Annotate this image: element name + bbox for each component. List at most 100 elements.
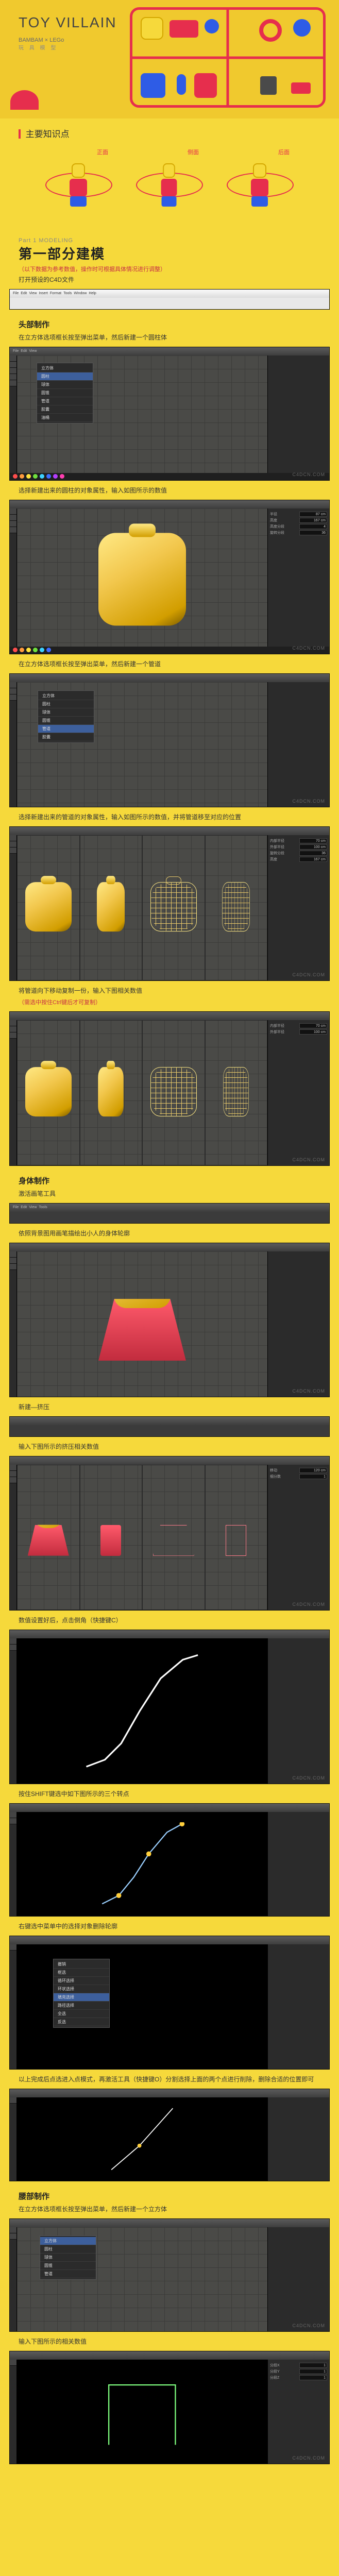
height-field[interactable] — [299, 518, 327, 523]
attribute-panel[interactable] — [267, 2097, 329, 2181]
attribute-panel[interactable] — [267, 1638, 329, 1784]
tool-palette[interactable] — [10, 1465, 17, 1610]
primitive-popup[interactable]: 立方体 圆柱 球体 圆锥 管道 — [40, 2235, 96, 2280]
inner-radius-field[interactable] — [299, 1023, 327, 1028]
quad-viewport[interactable] — [17, 1020, 267, 1165]
menu-item[interactable]: 全选 — [54, 2010, 109, 2018]
inner-radius-field[interactable] — [299, 838, 327, 843]
app-menubar[interactable] — [10, 1417, 329, 1425]
attribute-panel[interactable]: 内部半径 外部半径 旋转分段 高度 — [267, 835, 329, 980]
app-menubar[interactable] — [10, 1243, 329, 1251]
menu-item[interactable]: 管道 — [40, 2270, 96, 2278]
viewport[interactable] — [17, 1465, 267, 1610]
attribute-panel[interactable]: 内部半径 外部半径 — [267, 1020, 329, 1165]
material-swatches[interactable] — [10, 647, 329, 654]
app-menubar[interactable] — [10, 1936, 329, 1944]
attribute-panel[interactable] — [267, 2227, 329, 2331]
viewport[interactable] — [17, 1020, 267, 1165]
app-menubar[interactable] — [10, 2351, 329, 2360]
app-menubar[interactable] — [10, 674, 329, 682]
outer-radius-field[interactable] — [299, 844, 327, 850]
app-menubar[interactable] — [10, 2089, 329, 2097]
quad-viewport[interactable] — [17, 835, 267, 980]
menu-item[interactable]: 反选 — [54, 2018, 109, 2026]
menu-item[interactable]: 循环选择 — [54, 1977, 109, 1985]
viewport[interactable] — [17, 509, 267, 654]
menu-item[interactable]: 路径选择 — [54, 2002, 109, 2010]
menu-item[interactable]: 管道 — [38, 725, 94, 733]
attribute-panel[interactable] — [267, 682, 329, 807]
quad-viewport[interactable] — [17, 1465, 267, 1610]
rot-seg-field[interactable] — [299, 851, 327, 856]
tool-palette[interactable] — [10, 1638, 17, 1784]
menu-item[interactable]: 油桶 — [37, 414, 93, 422]
menu-item[interactable]: 圆锥 — [38, 717, 94, 725]
tool-palette[interactable] — [10, 2097, 17, 2181]
attribute-panel[interactable]: 分段X 分段Y 分段Z — [267, 2360, 329, 2464]
tool-palette[interactable] — [10, 1251, 17, 1397]
outer-radius-field[interactable] — [299, 1029, 327, 1035]
app-menubar[interactable] — [10, 1804, 329, 1812]
menu-item[interactable]: 胶囊 — [38, 733, 94, 741]
tool-palette[interactable] — [10, 1944, 17, 2069]
tool-palette[interactable] — [10, 355, 17, 480]
primitive-popup[interactable]: 立方体 圆柱 球体 圆锥 管道 胶囊 — [38, 690, 94, 743]
context-menu[interactable]: 撤销 框选 循环选择 环状选择 填充选择 路径选择 全选 反选 — [53, 1959, 110, 2028]
primitive-popup[interactable]: 立方体 圆柱 球体 圆锥 管道 胶囊 油桶 — [37, 363, 93, 423]
attribute-panel[interactable] — [267, 355, 329, 480]
attribute-panel[interactable] — [267, 1812, 329, 1916]
menu-item[interactable]: 填充选择 — [54, 1993, 109, 2002]
viewport[interactable] — [17, 2097, 267, 2181]
menu-item[interactable]: 球体 — [38, 708, 94, 717]
tool-palette[interactable] — [10, 2360, 17, 2464]
menu-item[interactable]: 环状选择 — [54, 1985, 109, 1993]
viewport[interactable] — [17, 1812, 267, 1916]
attribute-panel[interactable] — [267, 1251, 329, 1397]
tool-palette[interactable] — [10, 509, 17, 654]
viewport[interactable]: 立方体 圆柱 球体 圆锥 管道 胶囊 油桶 — [17, 355, 267, 480]
menu-item[interactable]: 球体 — [37, 381, 93, 389]
menu-item[interactable]: 圆锥 — [40, 2262, 96, 2270]
segy-field[interactable] — [299, 2369, 327, 2374]
segz-field[interactable] — [299, 2375, 327, 2380]
radius-field[interactable] — [299, 512, 327, 517]
menu-item[interactable]: 圆锥 — [37, 389, 93, 397]
attribute-panel[interactable] — [267, 1944, 329, 2069]
tool-palette[interactable] — [10, 1812, 17, 1916]
viewport[interactable] — [17, 1251, 267, 1397]
tool-palette[interactable] — [10, 1020, 17, 1165]
attribute-panel[interactable]: 半径 高度 高度分段 旋转分段 — [267, 509, 329, 654]
app-menubar[interactable] — [10, 500, 329, 509]
app-menubar[interactable] — [10, 1012, 329, 1020]
app-menubar[interactable] — [10, 1456, 329, 1465]
menu-item[interactable]: 立方体 — [37, 364, 93, 372]
menu-item[interactable]: 撤销 — [54, 1960, 109, 1969]
viewport[interactable] — [17, 1638, 267, 1784]
viewport[interactable]: 立方体 圆柱 球体 圆锥 管道 — [17, 2227, 267, 2331]
app-menubar[interactable] — [10, 827, 329, 835]
subdiv-field[interactable] — [299, 1474, 327, 1479]
menu-item[interactable]: 立方体 — [38, 692, 94, 700]
app-menubar[interactable]: FileEditView InsertFormatTools WindowHel… — [10, 290, 329, 298]
tool-palette[interactable] — [10, 2227, 17, 2331]
menu-item[interactable]: 管道 — [37, 397, 93, 405]
tool-palette[interactable] — [10, 682, 17, 807]
menu-item[interactable]: 立方体 — [40, 2237, 96, 2245]
attribute-panel[interactable]: 移动 细分数 — [267, 1465, 329, 1610]
menu-item[interactable]: 圆柱 — [37, 372, 93, 381]
material-swatches[interactable] — [10, 473, 329, 480]
menu-item[interactable]: 圆柱 — [38, 700, 94, 708]
viewport[interactable]: 立方体 圆柱 球体 圆锥 管道 胶囊 — [17, 682, 267, 807]
app-menubar[interactable]: FileEditView — [10, 347, 329, 355]
menu-item[interactable]: 胶囊 — [37, 405, 93, 414]
segr-field[interactable] — [299, 530, 327, 535]
viewport[interactable]: 撤销 框选 循环选择 环状选择 填充选择 路径选择 全选 反选 — [17, 1944, 267, 2069]
depth-field[interactable] — [299, 1468, 327, 1473]
segx-field[interactable] — [299, 2363, 327, 2368]
height-field[interactable] — [299, 857, 327, 862]
app-menubar[interactable] — [10, 1630, 329, 1638]
menu-item[interactable]: 球体 — [40, 2253, 96, 2262]
menu-item[interactable]: 圆柱 — [40, 2245, 96, 2253]
menu-item[interactable]: 框选 — [54, 1969, 109, 1977]
segh-field[interactable] — [299, 524, 327, 529]
